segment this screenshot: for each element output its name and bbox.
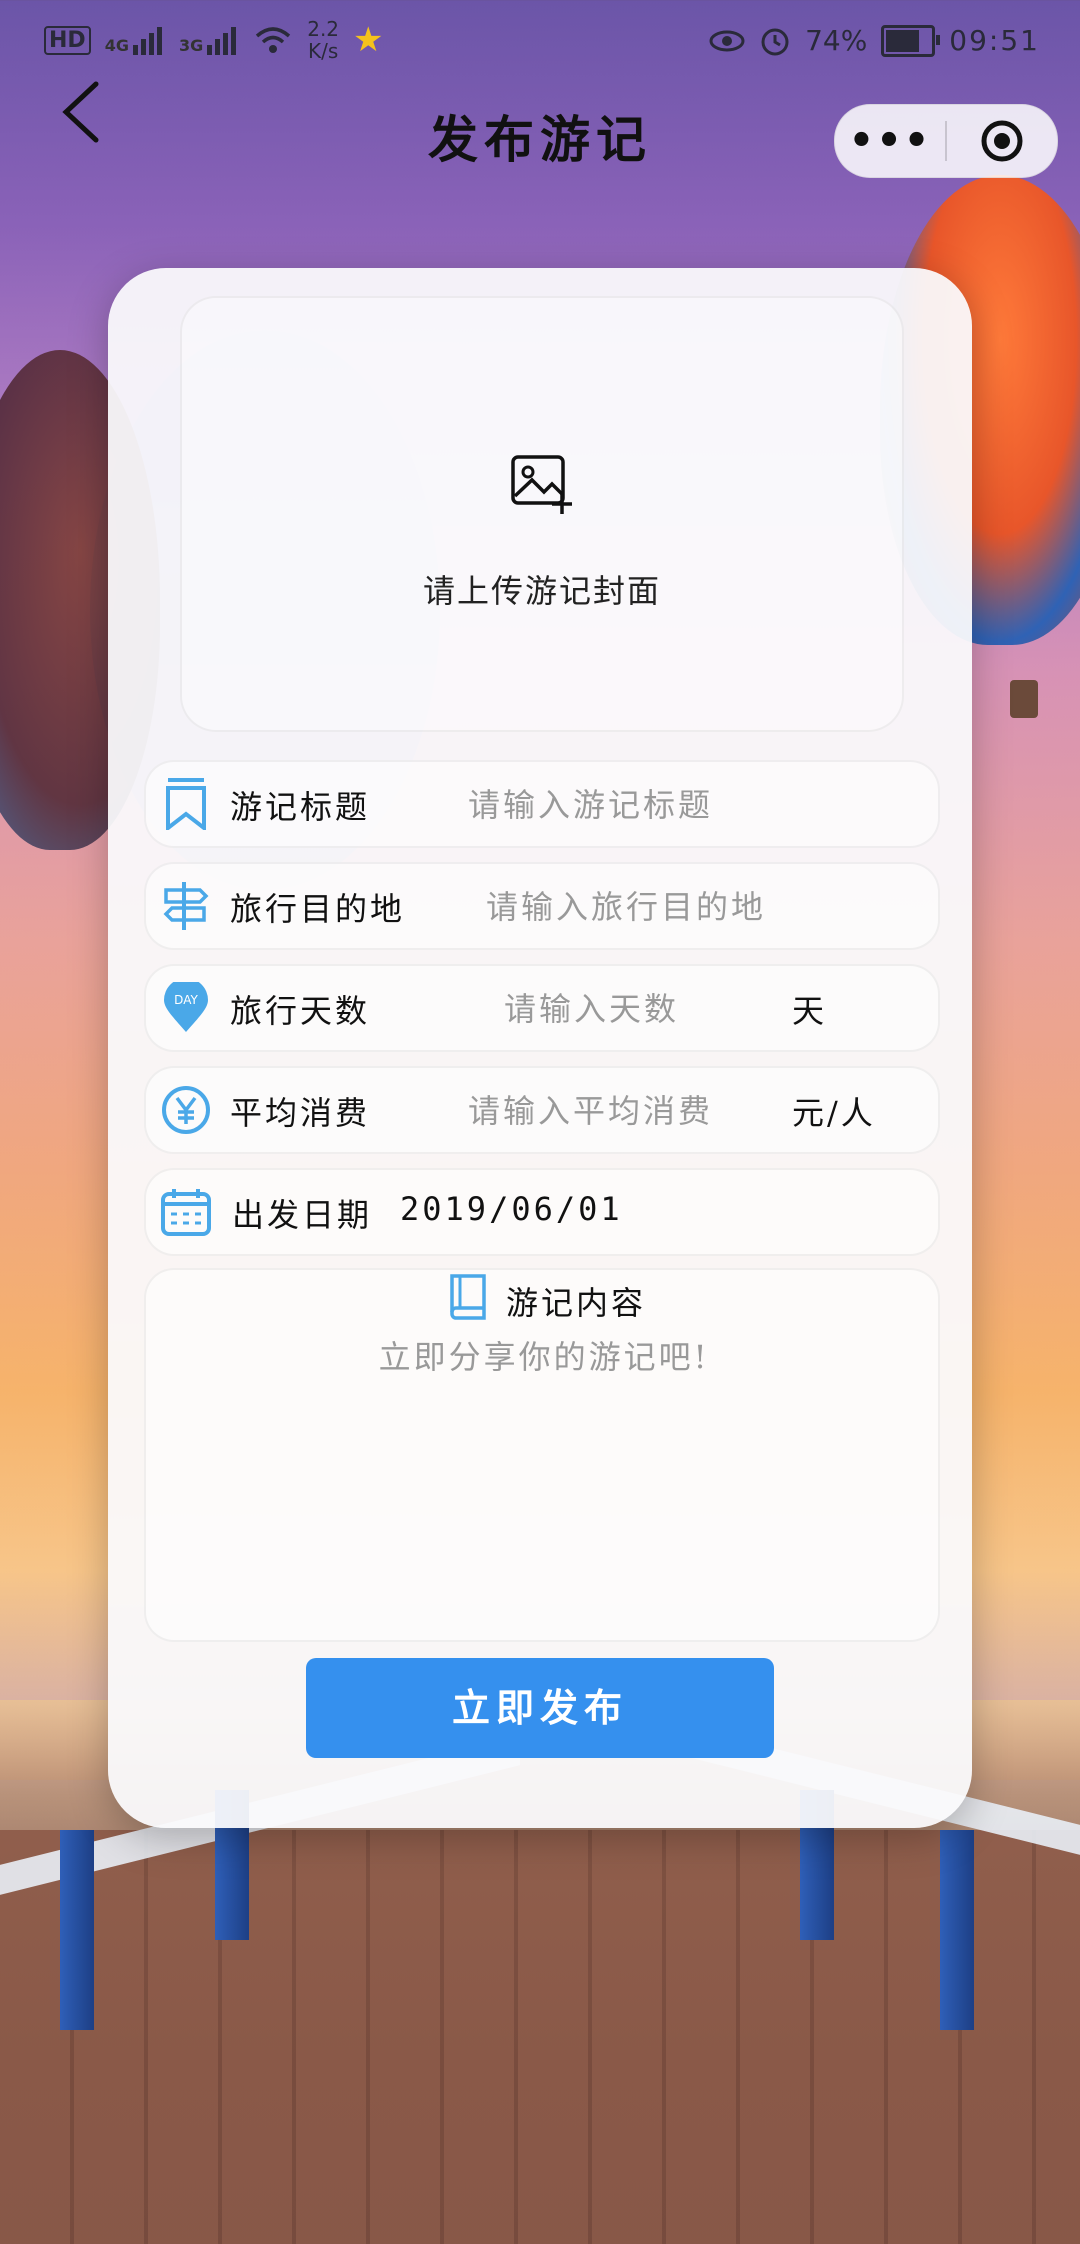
travel-days-input[interactable] [502, 978, 766, 1040]
destination-row: 旅行目的地 [144, 862, 940, 950]
travel-days-label: 旅行天数 [230, 992, 371, 1030]
close-mini-program-button[interactable] [947, 105, 1057, 177]
network-speed-unit: K/s [307, 39, 339, 63]
mini-program-capsule: ••• [834, 104, 1058, 178]
cover-upload-prompt: 请上传游记封面 [422, 572, 661, 610]
alarm-icon [761, 28, 789, 55]
destination-input[interactable] [484, 876, 918, 938]
bookmark-icon [166, 778, 206, 830]
background-pier-deck [0, 1830, 1080, 2244]
travelog-content-box: 游记内容 [144, 1268, 940, 1642]
signal-bars-icon [207, 27, 237, 55]
status-bar: HD 4G 3G 2.2 K/s ★ 74% 09:51 [0, 0, 1080, 84]
destination-label: 旅行目的地 [230, 890, 406, 928]
average-cost-input[interactable] [466, 1080, 770, 1142]
departure-date-label: 出发日期 [232, 1196, 373, 1234]
travelog-content-textarea[interactable] [166, 1330, 922, 1624]
sim2-network-label: 3G [178, 36, 204, 55]
departure-date-value: 2019/06/01 [400, 1190, 623, 1228]
more-menu-button[interactable]: ••• [835, 105, 945, 177]
hd-badge: HD [44, 25, 91, 55]
day-pin-text: DAY [174, 993, 198, 1007]
signal-sim1: 4G [105, 25, 165, 55]
book-icon [450, 1274, 486, 1320]
star-badge-icon: ★ [353, 20, 384, 60]
more-dots-icon: ••• [848, 118, 932, 164]
cover-upload-area[interactable]: 请上传游记封面 [180, 296, 904, 732]
signpost-icon [163, 882, 209, 930]
background-pier-post [60, 1830, 94, 2030]
background-balloon-basket [1010, 680, 1038, 718]
status-bar-right: 74% 09:51 [709, 24, 1040, 57]
sim1-network-label: 4G [104, 36, 129, 55]
travelog-title-label: 游记标题 [230, 788, 371, 826]
target-close-icon [981, 120, 1023, 162]
network-speed-value: 2.2 [307, 17, 340, 41]
network-speed: 2.2 K/s [307, 18, 339, 62]
wifi-icon [256, 27, 291, 53]
day-pin-icon: DAY [164, 982, 208, 1032]
battery-icon [881, 24, 941, 57]
status-bar-left: HD 4G 3G 2.2 K/s ★ [44, 18, 387, 62]
signal-bars-icon [132, 27, 162, 55]
travel-days-row: DAY 旅行天数 天 [144, 964, 940, 1052]
travelog-title-row: 游记标题 [144, 760, 940, 848]
travel-days-unit: 天 [792, 992, 828, 1030]
publish-button[interactable]: 立即发布 [306, 1658, 774, 1758]
eye-comfort-icon [709, 30, 745, 51]
signal-sim2: 3G [179, 25, 239, 55]
battery-level-fill [886, 29, 919, 52]
publish-form-card: 请上传游记封面 游记标题 旅行目的地 DAY 旅行天数 天 [108, 268, 972, 1828]
clock: 09:51 [949, 24, 1040, 57]
average-cost-unit: 元/人 [792, 1094, 876, 1132]
average-cost-label: 平均消费 [230, 1094, 371, 1132]
travelog-content-label: 游记内容 [506, 1284, 647, 1322]
yuan-coin-icon [162, 1086, 210, 1134]
calendar-icon [161, 1189, 211, 1236]
background-pier-post [940, 1830, 974, 2030]
departure-date-row[interactable]: 出发日期 2019/06/01 [144, 1168, 940, 1256]
average-cost-row: 平均消费 元/人 [144, 1066, 940, 1154]
add-image-icon [511, 455, 572, 514]
battery-percent: 74% [805, 24, 868, 57]
travelog-title-input[interactable] [466, 774, 910, 836]
